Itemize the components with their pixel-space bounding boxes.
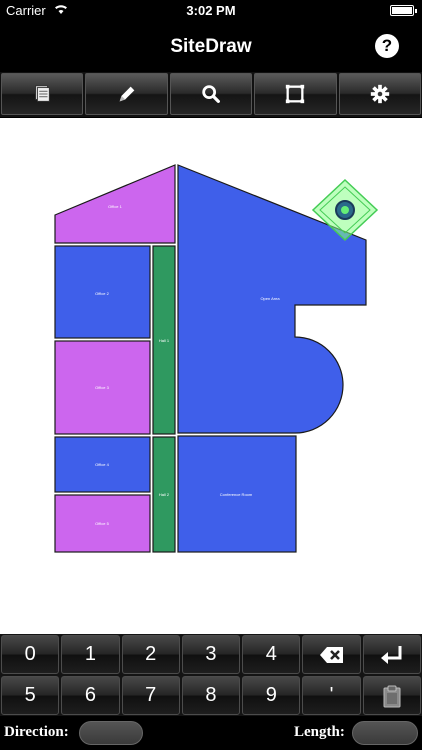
- help-button[interactable]: ?: [375, 34, 399, 58]
- draw-button[interactable]: [85, 73, 168, 115]
- backspace-icon: [319, 646, 343, 663]
- gear-icon: [370, 84, 389, 104]
- drawing-canvas[interactable]: Office 1 Office 2 Office 3 Office 4 Offi…: [0, 118, 422, 634]
- zoom-button[interactable]: [169, 73, 253, 115]
- key-7[interactable]: 7: [121, 676, 180, 715]
- room-label: Office 5: [95, 521, 109, 526]
- key-2[interactable]: 2: [121, 635, 180, 674]
- room-label: Conference Room: [220, 492, 253, 497]
- numeric-keypad: 0 1 2 3 4 5 6 7 8 9 ': [0, 634, 422, 716]
- layers-icon: [35, 85, 50, 102]
- room-label: Hall 1: [159, 338, 170, 343]
- paste-key[interactable]: [362, 676, 421, 715]
- measurement-bar: Direction: Length:: [0, 716, 422, 750]
- key-9[interactable]: 9: [242, 676, 301, 715]
- backspace-key[interactable]: [302, 635, 361, 674]
- room-label: Office 1: [108, 204, 122, 209]
- room-label: Hall 2: [159, 492, 170, 497]
- room-label: Office 2: [95, 291, 109, 296]
- settings-button[interactable]: [338, 73, 422, 115]
- layers-button[interactable]: [1, 73, 84, 115]
- key-5[interactable]: 5: [1, 676, 60, 715]
- enter-key[interactable]: [362, 635, 421, 674]
- toolbar: [0, 72, 422, 117]
- battery-icon: [390, 5, 417, 16]
- key-1[interactable]: 1: [61, 635, 120, 674]
- floor-plan[interactable]: Office 1 Office 2 Office 3 Office 4 Offi…: [0, 118, 422, 634]
- clipboard-icon: [383, 685, 401, 707]
- app-title: SiteDraw: [170, 36, 252, 57]
- pencil-icon: [119, 86, 134, 102]
- direction-field[interactable]: [79, 721, 143, 745]
- key-feet[interactable]: ': [302, 676, 361, 715]
- room-label: Office 3: [95, 385, 109, 390]
- status-bar: Carrier 3:02 PM: [0, 0, 422, 22]
- key-3[interactable]: 3: [181, 635, 241, 674]
- fit-frame-button[interactable]: [254, 73, 337, 115]
- frame-icon: [286, 84, 305, 104]
- key-0[interactable]: 0: [1, 635, 60, 674]
- key-8[interactable]: 8: [181, 676, 241, 715]
- length-field[interactable]: [352, 721, 418, 745]
- navigation-bar: SiteDraw ?: [0, 22, 422, 72]
- search-icon: [202, 85, 220, 103]
- key-6[interactable]: 6: [61, 676, 120, 715]
- length-label: Length:: [294, 724, 345, 740]
- enter-icon: [380, 645, 402, 664]
- room-label: Office 4: [95, 462, 109, 467]
- clock: 3:02 PM: [186, 3, 236, 18]
- key-4[interactable]: 4: [242, 635, 301, 674]
- room-label: Open Area: [260, 296, 280, 301]
- direction-label: Direction:: [4, 724, 69, 740]
